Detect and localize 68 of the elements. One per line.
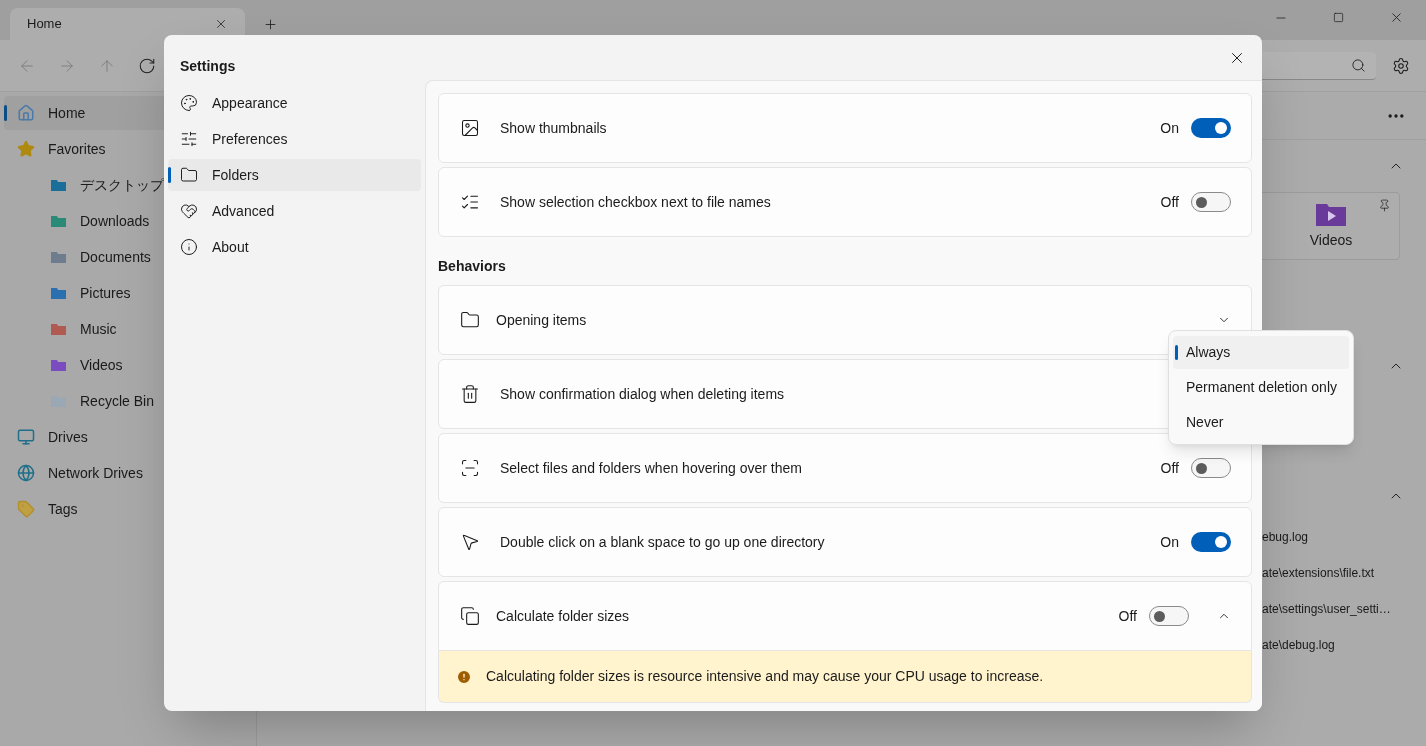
- setting-label: Show confirmation dialog when deleting items: [500, 384, 785, 404]
- folder-icon: [50, 287, 66, 299]
- refresh-icon[interactable]: [138, 56, 156, 75]
- setting-label: Show thumbnails: [500, 118, 607, 138]
- nav-item[interactable]: About: [168, 231, 421, 263]
- tab[interactable]: Home: [10, 8, 245, 40]
- section-heading: Behaviors: [438, 256, 506, 276]
- file-path[interactable]: ebug.log: [1262, 528, 1426, 546]
- toggle-switch[interactable]: [1191, 118, 1231, 138]
- toggle-switch[interactable]: [1191, 532, 1231, 552]
- menu-option[interactable]: Permanent deletion only: [1173, 371, 1349, 404]
- image-icon: [460, 118, 480, 138]
- warning-text: Calculating folder sizes is resource intensive and may cause your CPU usage to increase.: [486, 667, 1044, 686]
- toggle-state: On: [1160, 118, 1179, 138]
- maximize-icon[interactable]: [1333, 12, 1344, 23]
- setting-label: Calculate folder sizes: [496, 606, 630, 626]
- setting-label: Select files and folders when hovering over them: [500, 458, 802, 478]
- menu-option[interactable]: Never: [1173, 406, 1349, 439]
- sidebar-item[interactable]: Recycle Bin: [4, 384, 252, 418]
- file-path[interactable]: ate\extensions\file.txt: [1262, 564, 1426, 582]
- folder-icon: [460, 310, 480, 330]
- toggle-state: On: [1160, 532, 1179, 552]
- toggle-state: Off: [1118, 606, 1137, 626]
- folder-icon: [50, 251, 66, 263]
- folder-icon: [180, 166, 198, 184]
- cursor-icon: [460, 532, 480, 552]
- info-icon: [180, 238, 198, 256]
- video-folder-icon: [1316, 201, 1346, 226]
- star-icon: [17, 140, 35, 158]
- nav-item[interactable]: Folders: [168, 159, 421, 191]
- dialog-title: Settings: [180, 57, 236, 76]
- folder-icon: [50, 179, 66, 191]
- copy-icon: [460, 606, 480, 626]
- sidebar-item[interactable]: Drives: [4, 420, 252, 454]
- toggle-state: Off: [1160, 458, 1179, 478]
- folder-icon: [50, 359, 66, 371]
- warning-icon: [456, 668, 472, 685]
- sidebar-item[interactable]: Music: [4, 312, 252, 346]
- file-path[interactable]: ate\settings\user_setti…: [1262, 600, 1426, 618]
- setting-card[interactable]: Calculate folder sizes Off: [438, 581, 1252, 651]
- toggle-switch[interactable]: [1149, 606, 1189, 626]
- setting-label: Double click on a blank space to go up one directory: [500, 532, 825, 552]
- setting-label: Opening items: [496, 310, 587, 330]
- trash-icon: [460, 384, 480, 404]
- toggle-state: Off: [1160, 192, 1179, 212]
- sidebar-item[interactable]: Tags: [4, 492, 252, 526]
- folder-icon: [50, 215, 66, 227]
- selection-icon: [460, 458, 480, 478]
- sidebar-item[interactable]: Videos: [4, 348, 252, 382]
- palette-icon: [180, 94, 198, 112]
- nav-item[interactable]: Advanced: [168, 195, 421, 227]
- sidebar-item[interactable]: Pictures: [4, 276, 252, 310]
- setting-label: Show selection checkbox next to file names: [500, 192, 771, 212]
- file-path[interactable]: ate\debug.log: [1262, 636, 1426, 654]
- sliders-icon: [180, 130, 198, 148]
- monitor-icon: [17, 428, 35, 446]
- add-tab-icon[interactable]: [263, 17, 278, 32]
- toggle-switch[interactable]: [1191, 192, 1231, 212]
- pin-icon[interactable]: [1378, 199, 1391, 212]
- toggle-switch[interactable]: [1191, 458, 1231, 478]
- folder-icon: [50, 323, 66, 335]
- home-icon: [17, 104, 35, 122]
- settings-icon[interactable]: [1392, 56, 1410, 75]
- sidebar-item[interactable]: Network Drives: [4, 456, 252, 490]
- tag-icon: [17, 500, 35, 518]
- globe-icon: [17, 464, 35, 482]
- search-icon: [1351, 57, 1366, 73]
- menu-option[interactable]: Always: [1173, 336, 1349, 369]
